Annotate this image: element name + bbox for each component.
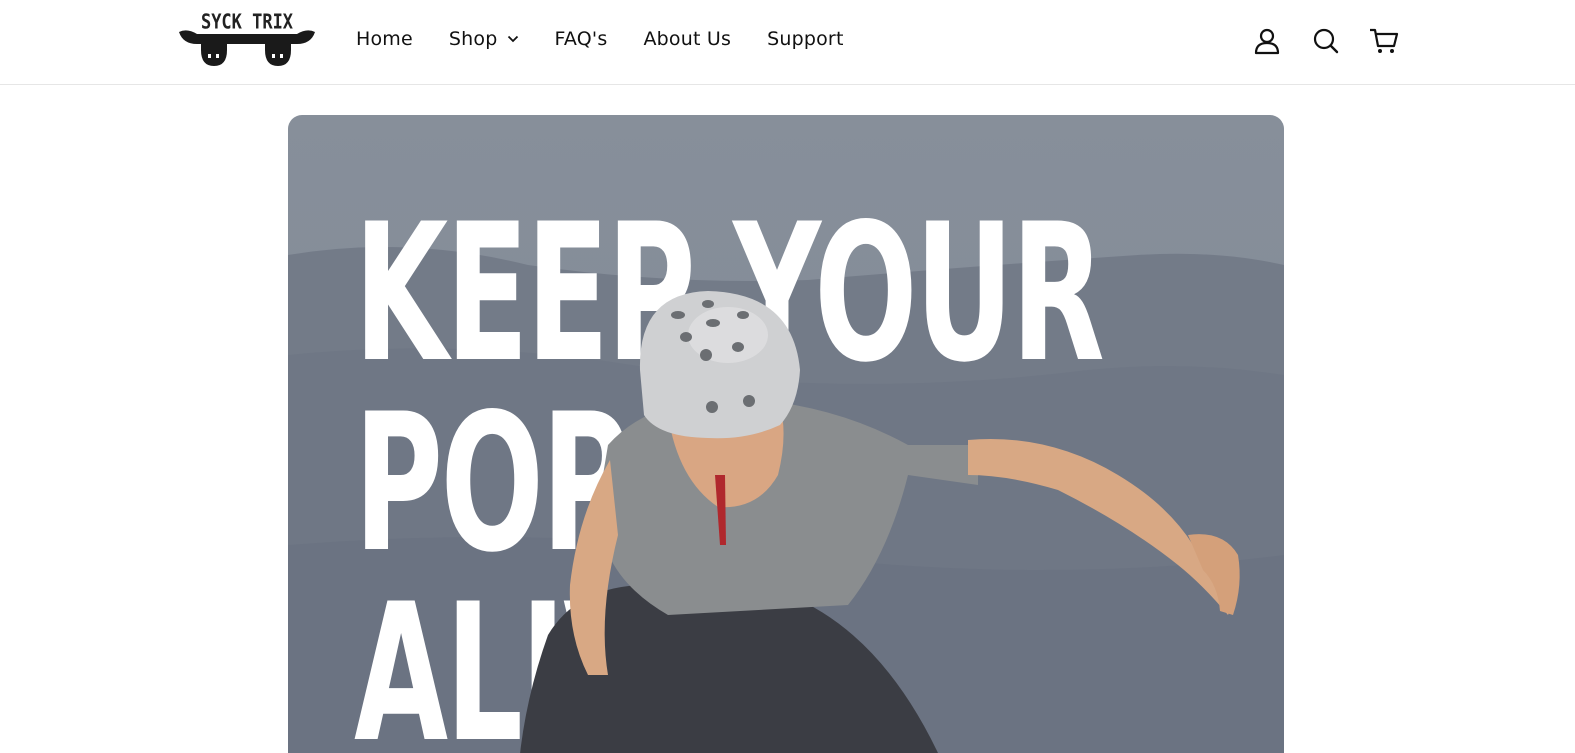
account-icon xyxy=(1254,28,1280,55)
skater-figure xyxy=(520,291,1240,753)
nav-home-label: Home xyxy=(356,28,413,50)
cart-icon xyxy=(1370,28,1399,53)
nav-faqs[interactable]: FAQ's xyxy=(555,28,608,50)
nav-about-us-label: About Us xyxy=(643,28,732,50)
nav-faqs-label: FAQ's xyxy=(554,28,608,50)
search-button[interactable] xyxy=(1312,27,1340,55)
search-icon xyxy=(1313,28,1339,54)
chevron-down-icon xyxy=(507,35,518,43)
nav-shop-label: Shop xyxy=(448,28,498,50)
brand-logo-text: SYCK TRIX xyxy=(201,11,294,34)
cart-button[interactable] xyxy=(1369,27,1399,55)
nav-support[interactable]: Support xyxy=(767,28,844,50)
site-header: SYCK TRIX Home Shop FAQ's About Us Suppo… xyxy=(0,0,1575,85)
nav-support-label: Support xyxy=(767,28,844,50)
main-nav: Home Shop FAQ's About Us Support xyxy=(356,28,880,50)
account-button[interactable] xyxy=(1254,27,1282,55)
nav-home[interactable]: Home xyxy=(356,28,413,50)
brand-logo[interactable]: SYCK TRIX xyxy=(177,8,317,70)
hero-banner[interactable]: KEEP YOUR POP ALIVE xyxy=(288,115,1284,753)
nav-about-us[interactable]: About Us xyxy=(643,28,731,50)
skateboard-logo-icon: SYCK TRIX xyxy=(179,11,315,66)
nav-shop[interactable]: Shop xyxy=(449,28,519,50)
